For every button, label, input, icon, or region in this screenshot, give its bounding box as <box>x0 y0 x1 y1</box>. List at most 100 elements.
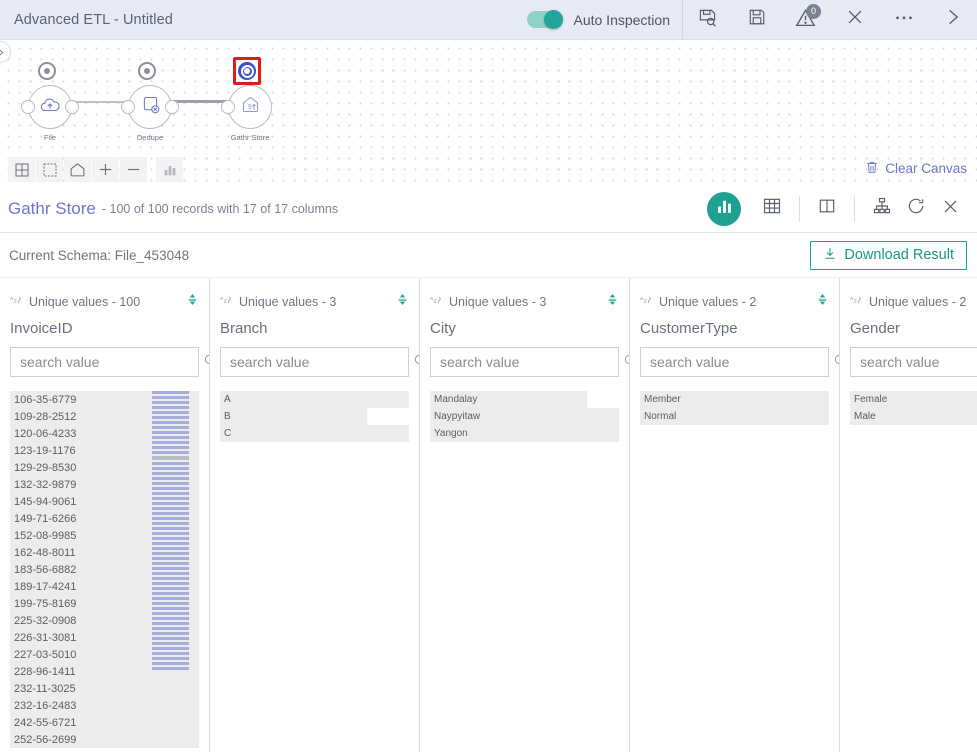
node-gathr-store[interactable]: 9 Gathr Store <box>221 57 272 142</box>
download-result-button[interactable]: Download Result <box>810 240 967 270</box>
value-row[interactable]: 232-11-3025 <box>10 680 199 697</box>
histogram-bar <box>152 562 189 565</box>
column-meta: A Z Unique values - 3 <box>430 286 619 318</box>
value-row[interactable]: Member <box>640 391 829 408</box>
value-list[interactable]: Female Male <box>850 391 977 425</box>
close-button[interactable] <box>830 0 879 40</box>
close-result-button[interactable] <box>933 192 967 226</box>
column-search-box[interactable] <box>220 347 419 377</box>
node-file-eye-icon[interactable] <box>38 62 56 80</box>
warnings-button[interactable]: 0 <box>781 0 830 40</box>
value-row[interactable]: 232-16-2483 <box>10 697 199 714</box>
value-label: A <box>224 394 231 405</box>
save-button[interactable] <box>732 0 781 40</box>
value-row[interactable]: C <box>220 425 409 442</box>
value-list[interactable]: Mandalay Naypyitaw Yangon <box>430 391 619 442</box>
value-label: 232-16-2483 <box>14 699 77 712</box>
pipeline-canvas[interactable]: File Dedupe 9 Gathr Store Clear Canvas <box>0 40 977 185</box>
save-as-button[interactable] <box>683 0 732 40</box>
svg-text:Z: Z <box>854 299 857 305</box>
unique-values-label: Unique values - 2 <box>659 295 757 309</box>
value-row[interactable]: B <box>220 408 409 425</box>
node-dedupe[interactable]: Dedupe <box>121 62 179 142</box>
value-list[interactable]: ABC <box>220 391 409 442</box>
refresh-button[interactable] <box>899 192 933 226</box>
trash-icon <box>865 160 879 177</box>
column-profile-list[interactable]: AZUnique values - 100InvoiceID106-35-677… <box>0 278 977 752</box>
sort-toggle-icon[interactable] <box>186 292 199 312</box>
column-search-box[interactable] <box>640 347 839 377</box>
search-icon[interactable] <box>833 353 839 372</box>
download-icon <box>823 246 837 264</box>
value-label: Member <box>644 394 681 405</box>
value-row[interactable]: A <box>220 391 409 408</box>
value-row[interactable]: Naypyitaw <box>430 408 619 425</box>
auto-inspection-toggle[interactable] <box>527 10 564 29</box>
auto-inspection-toggle-wrap[interactable]: Auto Inspection <box>527 10 682 29</box>
value-row[interactable]: Male <box>850 408 977 425</box>
select-area-tool[interactable] <box>36 157 63 182</box>
zoom-out-tool[interactable] <box>120 157 147 182</box>
value-label: Male <box>854 411 876 422</box>
node-file-out-port[interactable] <box>65 100 79 114</box>
close-icon <box>845 7 865 32</box>
histogram-bar <box>152 462 189 465</box>
value-row[interactable]: Female <box>850 391 977 408</box>
search-input[interactable] <box>858 353 977 371</box>
home-tool[interactable] <box>64 157 91 182</box>
column-name: InvoiceID <box>10 320 73 337</box>
value-list[interactable]: Member Normal <box>640 391 829 425</box>
columns-view-button[interactable] <box>810 192 844 226</box>
histogram-bar <box>152 667 189 670</box>
value-list[interactable]: 106-35-6779 109-28-2512 120-06-4233 123-19-… <box>10 391 199 748</box>
sort-toggle-icon[interactable] <box>816 292 829 312</box>
value-row[interactable]: 242-55-6721 <box>10 714 199 731</box>
histogram-bar <box>152 441 189 444</box>
search-icon[interactable] <box>413 353 419 372</box>
search-icon[interactable] <box>623 353 629 372</box>
more-options-button[interactable] <box>879 0 928 40</box>
grid-layout-tool[interactable] <box>8 157 35 182</box>
canvas-expand-left-button[interactable] <box>0 41 11 63</box>
ellipsis-icon <box>893 6 915 33</box>
search-input[interactable] <box>18 353 203 371</box>
histogram-bar <box>152 622 189 625</box>
value-row[interactable]: Yangon <box>430 425 619 442</box>
schema-tree-button[interactable] <box>865 192 899 226</box>
sort-toggle-icon[interactable] <box>396 292 409 312</box>
table-view-button[interactable] <box>755 192 789 226</box>
search-input[interactable] <box>648 353 833 371</box>
top-bar-actions: Auto Inspection 0 <box>527 0 977 40</box>
search-input[interactable] <box>438 353 623 371</box>
value-label: 183-56-6882 <box>14 563 77 576</box>
histogram-bar <box>152 507 189 510</box>
column-search-box[interactable] <box>10 347 209 377</box>
value-row[interactable]: Normal <box>640 408 829 425</box>
sort-toggle-icon[interactable] <box>606 292 619 312</box>
value-histogram[interactable] <box>152 391 189 672</box>
value-row[interactable]: 252-56-2699 <box>10 731 199 748</box>
histogram-cursor[interactable] <box>152 456 189 460</box>
sort-az-icon: AZ <box>640 295 653 309</box>
search-icon[interactable] <box>203 353 209 372</box>
node-file-in-port[interactable] <box>21 100 35 114</box>
column-search-box[interactable] <box>430 347 629 377</box>
histogram-bar <box>152 467 189 470</box>
node-dedupe-eye-icon[interactable] <box>138 62 156 80</box>
chart-view-button[interactable] <box>707 191 741 226</box>
node-gathr-store-eye-icon[interactable] <box>238 62 256 80</box>
expand-right-button[interactable] <box>928 0 977 40</box>
histogram-bar <box>152 557 189 560</box>
value-row[interactable]: Mandalay <box>430 391 619 408</box>
zoom-in-tool[interactable] <box>92 157 119 182</box>
download-result-label: Download Result <box>844 247 954 263</box>
inspect-chart-tool[interactable] <box>156 157 183 182</box>
clear-canvas-button[interactable]: Clear Canvas <box>865 160 967 177</box>
node-gathr-store-in-port[interactable] <box>221 100 235 114</box>
value-label: C <box>224 428 232 439</box>
node-dedupe-out-port[interactable] <box>165 100 179 114</box>
node-dedupe-in-port[interactable] <box>121 100 135 114</box>
search-input[interactable] <box>228 353 413 371</box>
node-file[interactable]: File <box>21 62 79 142</box>
column-search-box[interactable] <box>850 347 977 377</box>
